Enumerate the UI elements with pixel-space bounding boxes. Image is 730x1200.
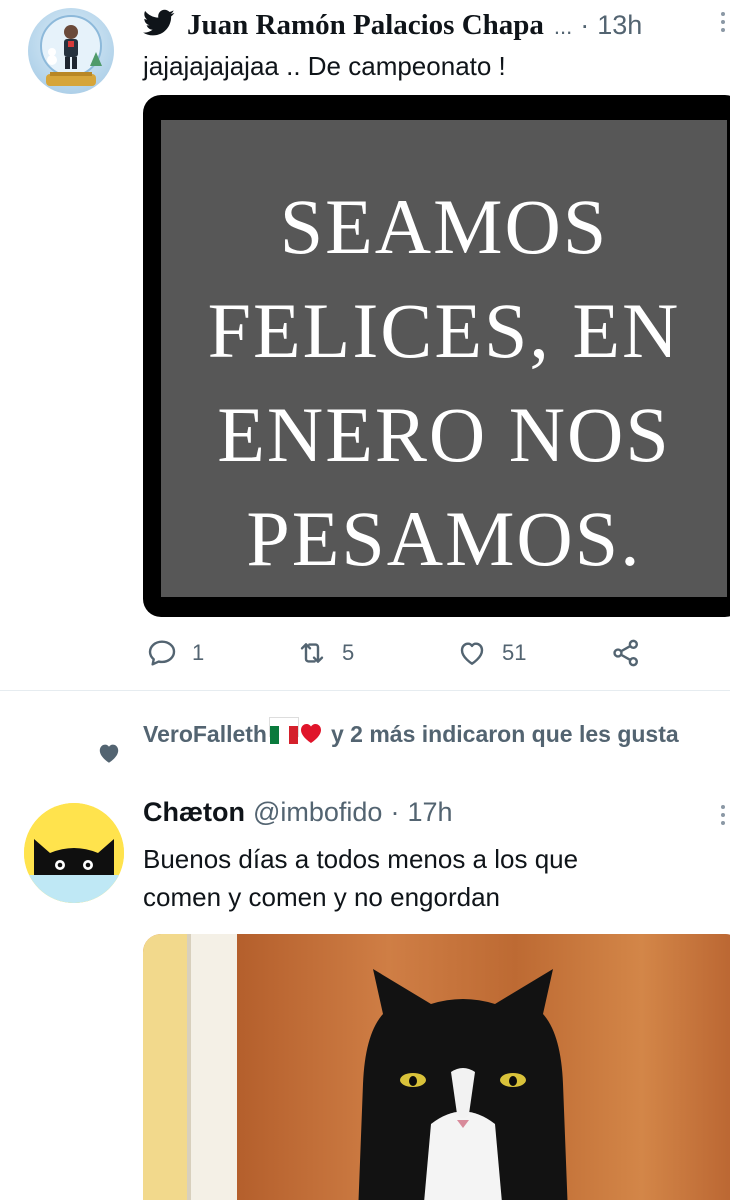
tweet-text-line: comen y comen y no engordan	[143, 882, 500, 912]
quote-line: SEAMOS	[279, 183, 609, 270]
author-name[interactable]: Juan Ramón Palacios Chapa	[187, 9, 544, 42]
quote-line: PESAMOS.	[246, 495, 642, 582]
author-name[interactable]: Chæton	[143, 797, 245, 828]
like-button[interactable]: 51	[456, 637, 526, 669]
liked-by-text: y 2 más indicaron que les gusta	[330, 721, 679, 747]
reply-button[interactable]: 1	[146, 637, 204, 669]
share-button[interactable]	[610, 637, 656, 669]
reply-count: 1	[192, 640, 205, 665]
name-truncation: ...	[553, 14, 573, 39]
tweet-divider	[0, 690, 730, 691]
quote-line: ENERO NOS	[217, 391, 671, 478]
tweet-2-header: Chæton @imbofido · 17h	[143, 797, 453, 828]
tweet-time[interactable]: 17h	[407, 797, 452, 828]
more-icon[interactable]	[718, 803, 728, 829]
liker-name[interactable]: VeroFalleth	[143, 721, 267, 747]
image-doorframe	[187, 934, 237, 1200]
tweet-1-header: Juan Ramón Palacios Chapa ... · 13h	[143, 6, 642, 42]
quote-line: FELICES, EN	[207, 287, 681, 374]
twitter-bird-icon	[143, 9, 175, 36]
tweet-image[interactable]: SEAMOS FELICES, EN ENERO NOS PESAMOS.	[143, 95, 730, 617]
separator-dot: ·	[390, 797, 400, 827]
mexico-flag-icon	[268, 717, 299, 744]
like-icon	[460, 642, 484, 665]
liked-heart-icon	[99, 744, 119, 763]
tweet-text: Buenos días a todos menos a los que come…	[143, 840, 578, 916]
separator-dot: ·	[580, 10, 590, 40]
tweet-1[interactable]: Juan Ramón Palacios Chapa ... · 13h jaja…	[0, 0, 730, 690]
tweet-image[interactable]	[143, 934, 730, 1200]
retweet-icon	[300, 643, 324, 663]
avatar-juan[interactable]	[28, 8, 114, 94]
more-icon[interactable]	[718, 10, 728, 36]
share-icon	[613, 639, 638, 667]
snowglobe-avatar-image	[40, 15, 102, 86]
image-quote: SEAMOS FELICES, EN ENERO NOS PESAMOS.	[161, 175, 727, 591]
tweet-time[interactable]: 13h	[597, 10, 642, 41]
reply-icon	[148, 640, 176, 666]
red-heart-icon	[300, 724, 321, 743]
social-context-text: VeroFalleth y 2 más indicaron que les gus…	[143, 716, 723, 753]
like-count: 51	[502, 640, 527, 665]
tweet-text: jajajajajajaa .. De campeonato !	[143, 51, 506, 81]
tweet-text-line: Buenos días a todos menos a los que	[143, 844, 579, 874]
cat-photo-image	[358, 969, 568, 1200]
author-handle[interactable]: @imbofido	[253, 797, 382, 828]
tweet-actions: 1 5 51	[146, 637, 666, 673]
avatar-chaeton[interactable]	[24, 803, 124, 903]
black-cat-avatar-image	[24, 803, 124, 903]
retweet-count: 5	[342, 640, 355, 665]
image-panel: SEAMOS FELICES, EN ENERO NOS PESAMOS.	[161, 120, 727, 597]
retweet-button[interactable]: 5	[296, 637, 354, 669]
